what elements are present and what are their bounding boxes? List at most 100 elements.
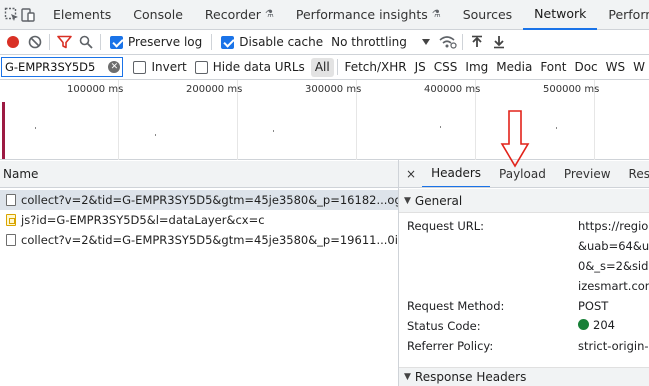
disable-cache-checkbox[interactable]: Disable cache — [221, 35, 323, 49]
tab-label: Elements — [53, 7, 112, 22]
tab-network[interactable]: Network — [523, 0, 598, 30]
referrer-policy-label: Referrer Policy: — [407, 339, 494, 353]
record-button[interactable] — [2, 31, 24, 53]
preserve-log-checkbox[interactable]: Preserve log — [110, 35, 202, 49]
tab-preview[interactable]: Preview — [555, 161, 620, 187]
tab-label: Network — [534, 6, 587, 21]
tab-label: Sources — [462, 7, 513, 22]
request-row[interactable]: collect?v=2&tid=G-EMPR3SY5D5&gtm=45je358… — [0, 190, 398, 210]
experimental-flask-icon: ⚗ — [264, 9, 274, 20]
overview-request-tick — [273, 130, 274, 132]
status-code-value: 204 — [578, 318, 615, 332]
type-filter-img[interactable]: Img — [461, 58, 492, 77]
type-filter-ws[interactable]: WS — [602, 58, 629, 77]
divider — [211, 34, 213, 50]
hide-data-urls-label: Hide data URLs — [212, 60, 305, 74]
request-url-value: 0&_s=2&sid= — [578, 259, 649, 273]
request-url-value: izesmart.com — [578, 279, 649, 293]
request-url-value: &uab=64&ua — [578, 239, 649, 253]
tab-label: Recorder — [204, 7, 261, 22]
collapse-triangle-icon: ▼ — [404, 195, 411, 206]
overview-tick-label: 100000 ms — [67, 84, 124, 95]
search-icon[interactable] — [75, 31, 97, 53]
tab-performance[interactable]: Performanc — [597, 0, 649, 30]
dropdown-arrow-icon — [421, 39, 430, 45]
inspect-element-icon[interactable] — [4, 4, 20, 26]
type-filter-all[interactable]: All — [310, 57, 334, 77]
type-filter-js[interactable]: JS — [411, 58, 430, 77]
hide-data-urls-checkbox[interactable]: Hide data URLs — [194, 60, 305, 74]
section-title: Response Headers — [414, 370, 527, 384]
overview-tick-label: 300000 ms — [305, 84, 362, 95]
tab-recorder[interactable]: Recorder ⚗ — [194, 0, 285, 30]
divider — [100, 34, 101, 50]
divider — [49, 34, 50, 50]
filter-bar: G-EMPR3SY5D5 ✕ Invert Hide data URLs All… — [0, 55, 649, 80]
collapse-triangle-icon: ▼ — [404, 372, 411, 382]
request-list-header[interactable]: Name — [0, 161, 398, 188]
network-conditions-icon[interactable] — [437, 31, 459, 53]
checkbox-checked-icon — [221, 35, 235, 49]
request-row[interactable]: collect?v=2&tid=G-EMPR3SY5D5&gtm=45je358… — [0, 230, 398, 250]
status-code-label: Status Code: — [407, 319, 481, 333]
script-icon — [6, 214, 16, 226]
clear-filter-icon[interactable]: ✕ — [108, 61, 121, 73]
overview-tick-label: 500000 ms — [543, 84, 600, 95]
general-section-header[interactable]: ▼ General — [399, 189, 649, 213]
request-row[interactable]: js?id=G-EMPR3SY5D5&l=dataLayer&cx=c — [0, 210, 398, 230]
response-headers-section-header[interactable]: ▼ Response Headers — [399, 367, 649, 386]
checkbox-unchecked-icon — [133, 60, 147, 74]
request-url-label: Request URL: — [407, 219, 485, 233]
device-toolbar-icon[interactable] — [20, 4, 36, 26]
filter-input[interactable]: G-EMPR3SY5D5 ✕ — [1, 57, 124, 77]
import-har-icon[interactable] — [466, 31, 488, 53]
network-overview-timeline[interactable]: 100000 ms 200000 ms 300000 ms 400000 ms … — [0, 80, 649, 160]
throttling-value: No throttling — [331, 35, 407, 49]
type-filter-doc[interactable]: Doc — [570, 58, 601, 77]
type-filter-media[interactable]: Media — [492, 58, 536, 77]
type-filter-wasm[interactable]: W — [629, 58, 649, 77]
tab-elements[interactable]: Elements — [42, 0, 122, 30]
tab-sources[interactable]: Sources — [452, 0, 523, 30]
export-har-icon[interactable] — [488, 31, 510, 53]
invert-label: Invert — [151, 60, 187, 74]
overview-request-tick — [35, 127, 36, 129]
divider — [461, 34, 463, 50]
tab-headers[interactable]: Headers — [422, 161, 491, 187]
tab-console[interactable]: Console — [122, 0, 194, 30]
invert-checkbox[interactable]: Invert — [133, 60, 187, 74]
clear-icon[interactable] — [24, 31, 46, 53]
request-method-value: POST — [578, 299, 609, 313]
filter-value: G-EMPR3SY5D5 — [5, 60, 96, 74]
request-method-label: Request Method: — [407, 299, 505, 313]
tab-response[interactable]: Respo — [620, 161, 649, 187]
checkbox-unchecked-icon — [194, 60, 208, 74]
overview-request-tick — [155, 134, 156, 136]
tab-performance-insights[interactable]: Performance insights ⚗ — [285, 0, 452, 30]
section-title: General — [414, 193, 463, 208]
tab-label: Console — [133, 7, 183, 22]
divider — [336, 59, 338, 75]
request-name: collect?v=2&tid=G-EMPR3SY5D5&gtm=45je358… — [21, 193, 398, 207]
referrer-policy-value: strict-origin-w — [578, 339, 649, 353]
request-name: collect?v=2&tid=G-EMPR3SY5D5&gtm=45je358… — [21, 233, 398, 247]
overview-request-tick — [556, 127, 557, 129]
type-filter-css[interactable]: CSS — [430, 58, 462, 77]
name-column-header: Name — [3, 167, 39, 181]
type-filter-fetch-xhr[interactable]: Fetch/XHR — [340, 58, 410, 77]
overview-request-bar — [2, 102, 5, 159]
overview-tick-label: 400000 ms — [424, 84, 481, 95]
overview-tick-label: 200000 ms — [186, 84, 243, 95]
request-url-value: https://region — [578, 219, 649, 233]
tab-label: Performanc — [608, 7, 649, 22]
status-code-text: 204 — [593, 318, 615, 332]
checkbox-checked-icon — [110, 35, 123, 49]
filter-icon[interactable] — [53, 31, 75, 53]
status-ok-icon — [578, 319, 589, 330]
throttling-select[interactable]: No throttling — [331, 35, 431, 49]
document-icon — [6, 194, 16, 206]
network-toolbar: Preserve log Disable cache No throttling — [0, 30, 649, 55]
devtools-tab-bar: Elements Console Recorder ⚗ Performance i… — [0, 0, 649, 30]
type-filter-font[interactable]: Font — [536, 58, 570, 77]
close-details-icon[interactable]: × — [399, 161, 422, 187]
